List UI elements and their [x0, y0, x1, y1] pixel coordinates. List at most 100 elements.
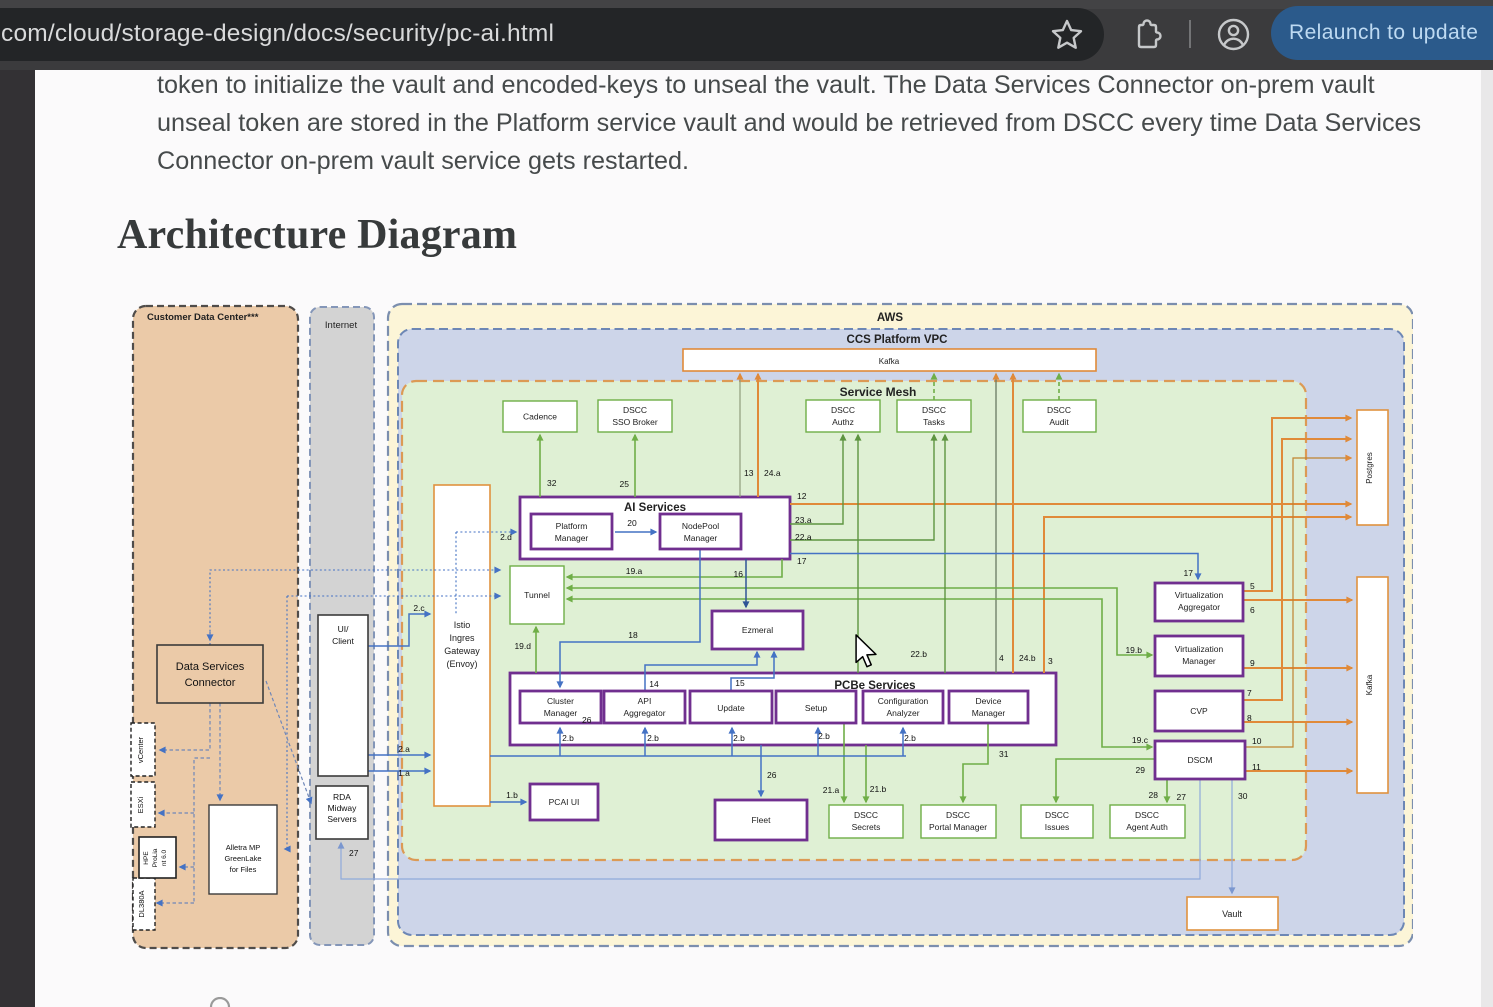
- svg-text:DSCC: DSCC: [854, 810, 878, 820]
- svg-text:Client: Client: [332, 636, 354, 646]
- svg-text:32: 32: [547, 478, 557, 488]
- svg-text:22.a: 22.a: [795, 532, 812, 542]
- svg-text:Internet: Internet: [325, 320, 358, 331]
- svg-text:31: 31: [999, 749, 1009, 759]
- svg-text:27: 27: [349, 848, 359, 858]
- svg-text:Alletra MP: Alletra MP: [226, 843, 261, 852]
- svg-text:21.a: 21.a: [823, 785, 840, 795]
- svg-text:2.b: 2.b: [647, 733, 659, 743]
- svg-text:AI Services: AI Services: [624, 502, 686, 514]
- svg-text:23.a: 23.a: [795, 515, 812, 525]
- svg-text:11: 11: [1252, 762, 1261, 772]
- svg-text:19.b: 19.b: [1125, 645, 1142, 655]
- svg-text:26: 26: [767, 770, 777, 780]
- svg-text:PCBe Services: PCBe Services: [834, 680, 915, 692]
- svg-text:Manager: Manager: [972, 708, 1006, 718]
- svg-text:16: 16: [734, 569, 744, 579]
- svg-text:Secrets: Secrets: [852, 822, 881, 832]
- svg-text:19.a: 19.a: [626, 566, 643, 576]
- svg-text:DSCM: DSCM: [1187, 755, 1212, 765]
- svg-text:9: 9: [1250, 658, 1255, 668]
- svg-text:Agent Auth: Agent Auth: [1126, 822, 1168, 832]
- svg-text:1.b: 1.b: [506, 790, 518, 800]
- svg-text:AWS: AWS: [877, 312, 904, 324]
- svg-text:RDA: RDA: [333, 792, 351, 802]
- svg-text:Manager: Manager: [1182, 656, 1216, 666]
- svg-text:1.a: 1.a: [398, 768, 410, 778]
- svg-text:ProLia: ProLia: [152, 848, 159, 867]
- svg-text:30: 30: [1238, 791, 1248, 801]
- svg-text:DL380A: DL380A: [137, 890, 146, 917]
- svg-text:2.d: 2.d: [500, 532, 512, 542]
- svg-text:(Envoy): (Envoy): [446, 659, 477, 669]
- svg-text:Service Mesh: Service Mesh: [840, 385, 917, 399]
- svg-text:8: 8: [1247, 713, 1252, 723]
- svg-text:2.b: 2.b: [818, 731, 830, 741]
- svg-text:DSCC: DSCC: [623, 405, 647, 415]
- svg-text:NodePool: NodePool: [682, 521, 719, 531]
- svg-text:2.b: 2.b: [733, 733, 745, 743]
- svg-text:15: 15: [735, 678, 745, 688]
- svg-text:Manager: Manager: [544, 708, 578, 718]
- svg-text:nt 6.0: nt 6.0: [161, 849, 168, 866]
- svg-text:21.b: 21.b: [870, 784, 887, 794]
- svg-text:Vault: Vault: [1222, 909, 1242, 919]
- svg-text:25: 25: [620, 479, 630, 489]
- svg-text:for Files: for Files: [230, 865, 257, 874]
- svg-text:2.c: 2.c: [413, 603, 425, 613]
- svg-text:Platform: Platform: [556, 521, 588, 531]
- svg-text:API: API: [638, 696, 652, 706]
- svg-text:Aggregator: Aggregator: [623, 708, 665, 718]
- svg-text:12: 12: [797, 491, 807, 501]
- svg-text:Data Services: Data Services: [176, 661, 245, 673]
- svg-text:4: 4: [999, 653, 1004, 663]
- svg-text:Gateway: Gateway: [444, 646, 480, 656]
- svg-text:2.b: 2.b: [904, 733, 916, 743]
- svg-text:Analyzer: Analyzer: [886, 708, 919, 718]
- svg-text:Midway: Midway: [328, 803, 358, 813]
- svg-text:Virtualization: Virtualization: [1175, 644, 1224, 654]
- svg-text:Portal Manager: Portal Manager: [929, 822, 987, 832]
- svg-text:DSCC: DSCC: [831, 405, 855, 415]
- svg-text:28: 28: [1149, 790, 1159, 800]
- svg-text:19.c: 19.c: [1132, 735, 1149, 745]
- svg-text:DSCC: DSCC: [1047, 405, 1071, 415]
- svg-text:Servers: Servers: [327, 814, 356, 824]
- svg-text:Fleet: Fleet: [752, 815, 772, 825]
- svg-text:14: 14: [649, 679, 659, 689]
- svg-text:7: 7: [1247, 688, 1252, 698]
- svg-text:SSO Broker: SSO Broker: [612, 417, 658, 427]
- svg-text:5: 5: [1250, 581, 1255, 591]
- svg-text:Cadence: Cadence: [523, 412, 557, 422]
- svg-text:24.a: 24.a: [764, 468, 781, 478]
- svg-text:Tasks: Tasks: [923, 417, 945, 427]
- svg-text:3: 3: [1048, 656, 1053, 666]
- svg-text:Setup: Setup: [805, 703, 827, 713]
- svg-text:DSCC: DSCC: [1135, 810, 1159, 820]
- svg-text:CCS Platform VPC: CCS Platform VPC: [847, 334, 948, 346]
- svg-text:vCenter: vCenter: [136, 736, 145, 763]
- svg-text:Connector: Connector: [185, 677, 236, 689]
- svg-text:Authz: Authz: [832, 417, 854, 427]
- svg-text:Tunnel: Tunnel: [524, 590, 550, 600]
- svg-text:Cluster: Cluster: [547, 696, 574, 706]
- svg-text:10: 10: [1252, 736, 1262, 746]
- svg-text:17: 17: [797, 556, 807, 566]
- svg-text:Issues: Issues: [1045, 822, 1070, 832]
- svg-text:Configuration: Configuration: [878, 696, 929, 706]
- svg-text:19.d: 19.d: [514, 641, 531, 651]
- svg-text:20: 20: [627, 518, 637, 528]
- svg-text:PCAI UI: PCAI UI: [549, 797, 580, 807]
- svg-text:2.b: 2.b: [562, 733, 574, 743]
- svg-text:UI/: UI/: [338, 624, 350, 634]
- svg-text:Audit: Audit: [1049, 417, 1069, 427]
- svg-text:CVP: CVP: [1190, 706, 1208, 716]
- svg-text:Ingres: Ingres: [449, 633, 475, 643]
- svg-text:22.b: 22.b: [910, 649, 927, 659]
- svg-text:GreenLake: GreenLake: [224, 854, 261, 863]
- svg-text:Customer Data Center***: Customer Data Center***: [147, 312, 259, 323]
- svg-text:ESXi: ESXi: [136, 796, 145, 813]
- svg-text:13: 13: [744, 468, 754, 478]
- svg-text:DSCC: DSCC: [946, 810, 970, 820]
- svg-text:24.b: 24.b: [1019, 653, 1036, 663]
